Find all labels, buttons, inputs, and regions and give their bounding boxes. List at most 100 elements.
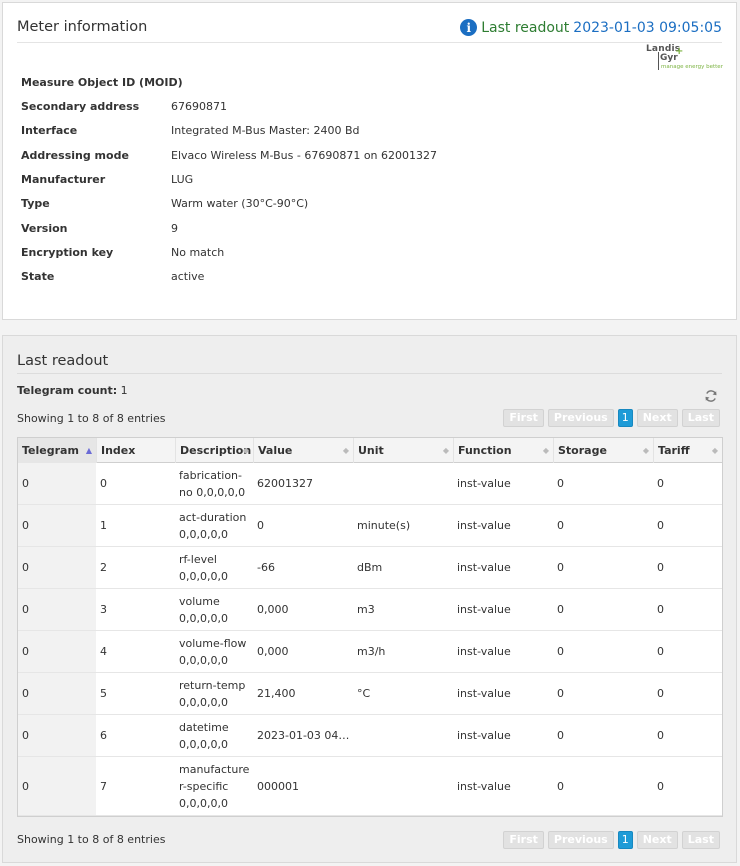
cell-storage: 0 xyxy=(553,715,653,756)
table-row[interactable]: 0 4 volume-flow 0,0,0,0,0 0,000 m3/h inst-val… xyxy=(18,631,722,673)
column-header-label: Telegram xyxy=(22,444,79,457)
cell-text: 0 xyxy=(257,519,264,532)
cell-description: fabrication-no 0,0,0,0,0 xyxy=(175,463,253,504)
sort-arrow-icon: ◆ xyxy=(542,446,549,455)
table-row[interactable]: 0 3 volume 0,0,0,0,0 0,000 m3 inst-value 0 0 xyxy=(18,589,722,631)
cell-text: 0 xyxy=(22,519,29,532)
cell-description: datetime 0,0,0,0,0 xyxy=(175,715,253,756)
previous-page-button[interactable]: Previous xyxy=(547,409,614,427)
cell-text: inst-value xyxy=(457,687,511,700)
cell-unit: dBm xyxy=(353,547,453,588)
meter-info-key: Encryption key xyxy=(21,246,114,259)
cell-text: m3 xyxy=(357,603,375,616)
next-page-button[interactable]: Next xyxy=(636,831,678,849)
cell-tariff: 0 xyxy=(653,505,722,546)
cell-text: manufacturer-specific 0,0,0,0,0 xyxy=(179,762,250,810)
cell-unit: °C xyxy=(353,673,453,714)
last-page-button[interactable]: Last xyxy=(681,409,720,427)
last-readout-time: 2023-01-03 09:05:05 xyxy=(573,19,722,36)
cell-text: datetime 0,0,0,0,0 xyxy=(179,720,229,751)
cell-value: 000001 xyxy=(253,757,353,815)
meter-info-row: Secondary address 67690871 xyxy=(21,97,621,117)
cell-index: 2 xyxy=(96,547,175,588)
cell-storage: 0 xyxy=(553,463,653,504)
cell-description: act-duration 0,0,0,0,0 xyxy=(175,505,253,546)
cell-text: 2 xyxy=(100,561,107,574)
last-page-button[interactable]: Last xyxy=(681,831,720,849)
sort-arrow-icon: ◆ xyxy=(711,446,718,455)
cell-function: inst-value xyxy=(453,757,553,815)
cell-storage: 0 xyxy=(553,757,653,815)
cell-tariff: 0 xyxy=(653,463,722,504)
telegram-count-value: 1 xyxy=(120,384,128,397)
cell-text: 0 xyxy=(22,477,29,490)
column-header-index[interactable]: Index xyxy=(96,438,175,463)
meter-info-key: State xyxy=(21,270,55,283)
column-header-label: Unit xyxy=(358,444,384,457)
last-readout-status: i Last readout 2023-01-03 09:05:05 xyxy=(460,19,722,36)
page-1-button[interactable]: 1 xyxy=(617,831,633,849)
cell-text: inst-value xyxy=(457,779,511,793)
cell-value: 21,400 xyxy=(253,673,353,714)
column-header-description[interactable]: Description ◆ xyxy=(175,438,253,463)
refresh-icon[interactable] xyxy=(704,389,718,403)
next-page-button[interactable]: Next xyxy=(636,409,678,427)
cell-function: inst-value xyxy=(453,463,553,504)
cell-text: volume-flow 0,0,0,0,0 xyxy=(179,636,247,667)
cell-text: fabrication-no 0,0,0,0,0 xyxy=(179,468,246,499)
cell-text: 0 xyxy=(100,477,107,490)
landis-gyr-logo: Landis + Gyr manage energy better xyxy=(646,44,723,70)
meter-info-value: Integrated M-Bus Master: 2400 Bd xyxy=(171,124,360,137)
column-header-tariff[interactable]: Tariff ◆ xyxy=(653,438,722,463)
table-row[interactable]: 0 1 act-duration 0,0,0,0,0 0 minute(s) inst-v… xyxy=(18,505,722,547)
sort-arrow-icon: ◆ xyxy=(242,446,249,455)
table-row[interactable]: 0 2 rf-level 0,0,0,0,0 -66 dBm inst-value 0 0 xyxy=(18,547,722,589)
readout-table: Telegram ▲ Index Description ◆ Value ◆ Unit ◆ Fun… xyxy=(17,437,723,817)
column-header-storage-number[interactable]: Storage number◆ xyxy=(553,438,653,482)
table-row[interactable]: 0 7 manufacturer-specific 0,0,0,0,0 000001 i… xyxy=(18,757,722,816)
cell-text: inst-value xyxy=(457,477,511,490)
cell-index: 4 xyxy=(96,631,175,672)
cell-text: 0 xyxy=(557,603,564,616)
sort-arrow-icon: ◆ xyxy=(642,446,649,455)
table-row[interactable]: 0 6 datetime 0,0,0,0,0 2023-01-03 04:3… inst… xyxy=(18,715,722,757)
info-icon: i xyxy=(460,19,478,36)
column-header-value[interactable]: Value ◆ xyxy=(253,438,353,463)
table-row[interactable]: 0 0 fabrication-no 0,0,0,0,0 62001327 inst-v… xyxy=(18,463,722,505)
cell-unit xyxy=(353,757,453,815)
table-row[interactable]: 0 5 return-temp 0,0,0,0,0 21,400 °C inst-valu… xyxy=(18,673,722,715)
cell-unit: m3/h xyxy=(353,631,453,672)
cell-tariff: 0 xyxy=(653,589,722,630)
cell-description: return-temp 0,0,0,0,0 xyxy=(175,673,253,714)
cell-telegram: 0 xyxy=(18,673,96,714)
title-divider xyxy=(17,373,722,374)
cell-text: 0 xyxy=(22,645,29,658)
cell-text: 0 xyxy=(657,645,664,658)
cell-text: 0 xyxy=(557,561,564,574)
cell-unit xyxy=(353,463,453,504)
cell-tariff: 0 xyxy=(653,631,722,672)
cell-text: act-duration 0,0,0,0,0 xyxy=(179,510,247,541)
cell-text: 5 xyxy=(100,687,107,700)
cell-text: 2023-01-03 04:3… xyxy=(257,729,353,742)
column-header-telegram[interactable]: Telegram ▲ xyxy=(18,438,96,463)
showing-entries-bottom: Showing 1 to 8 of 8 entries xyxy=(17,833,166,846)
meter-info-value: No match xyxy=(171,246,225,259)
previous-page-button[interactable]: Previous xyxy=(547,831,614,849)
column-header-unit[interactable]: Unit ◆ xyxy=(353,438,453,463)
cell-text: m3/h xyxy=(357,645,386,658)
cell-tariff: 0 xyxy=(653,547,722,588)
page-1-button[interactable]: 1 xyxy=(617,409,633,427)
column-header-function[interactable]: Function ◆ xyxy=(453,438,553,463)
cell-text: dBm xyxy=(357,561,383,574)
last-readout-panel: Last readout Telegram count: 1 Showing 1… xyxy=(2,335,737,863)
cell-text: 21,400 xyxy=(257,687,296,700)
meter-info-row: Version 9 xyxy=(21,219,621,239)
pagination-top: First Previous 1 Next Last xyxy=(503,409,720,427)
cell-description: manufacturer-specific 0,0,0,0,0 xyxy=(175,757,253,815)
first-page-button[interactable]: First xyxy=(503,831,544,849)
cell-text: inst-value xyxy=(457,729,511,742)
meter-info-row: Encryption key No match xyxy=(21,243,621,263)
meter-info-row: Addressing mode Elvaco Wireless M-Bus - 6… xyxy=(21,146,621,166)
first-page-button[interactable]: First xyxy=(503,409,544,427)
